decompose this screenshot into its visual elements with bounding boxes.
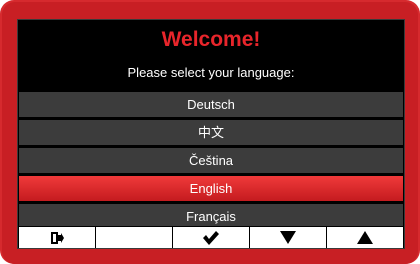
exit-softkey[interactable] <box>19 227 95 248</box>
language-item-czech[interactable]: Čeština <box>19 148 403 173</box>
language-item-deutsch[interactable]: Deutsch <box>19 92 403 117</box>
language-item-chinese[interactable]: 中文 <box>19 120 403 145</box>
arrow-up-icon <box>357 231 373 244</box>
welcome-title: Welcome! <box>161 28 261 51</box>
down-softkey[interactable] <box>250 227 326 248</box>
device-frame: Welcome! Please select your language: De… <box>0 0 420 264</box>
checkmark-icon <box>203 230 219 245</box>
display-screen: Welcome! Please select your language: De… <box>17 19 405 249</box>
language-prompt: Please select your language: <box>127 65 295 80</box>
confirm-softkey[interactable] <box>173 227 249 248</box>
softkey-bar <box>18 226 404 248</box>
blank-softkey[interactable] <box>96 227 172 248</box>
language-item-english[interactable]: English <box>19 176 403 201</box>
up-softkey[interactable] <box>327 227 403 248</box>
exit-icon <box>51 231 64 244</box>
arrow-down-icon <box>280 231 296 244</box>
